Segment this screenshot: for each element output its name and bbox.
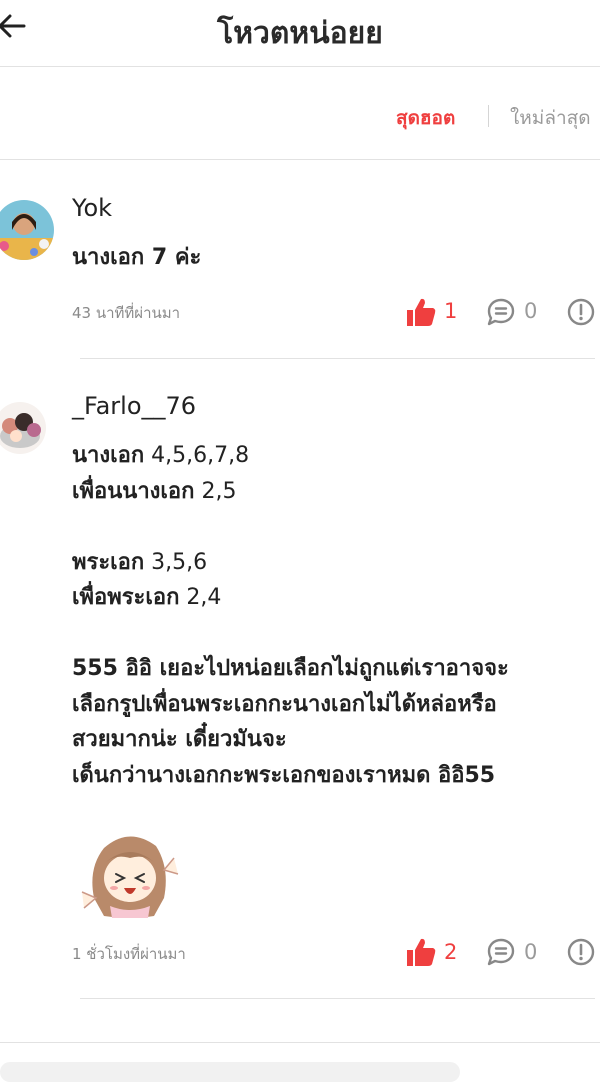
report-icon[interactable] [566,937,596,967]
comment-line: เด็นกว่านางเอกกะพระเอกของเราหมด อิอิ55 [72,762,496,788]
reply-bubble-icon[interactable] [486,297,516,327]
comment-line: 555 อิอิ เยอะไปหน่อยเลือกไม่ถูกแต่เราอาจ… [72,656,509,681]
page-title: โหวตหน่อยย [217,16,383,51]
comment-divider [80,358,595,359]
comment-line [72,616,597,652]
sort-bar: สุดฮอต ใหม่ล่าสุด [0,67,600,160]
comment-line: เลือกรูปเพื่อนพระเอกกะนางเอกไม่ได้หล่อหร… [72,691,497,717]
reply-count: 0 [524,940,538,964]
comment-line: เพื่อพระเอก 2,4 [72,585,222,610]
like-count: 2 [444,940,458,964]
thumbs-up-icon[interactable] [404,936,438,968]
comment-line: สวยมากน่ะ เดี๋ยวมันจะ [72,727,287,752]
report-icon[interactable] [566,297,596,327]
comment-line: พระเอก 3,5,6 [72,549,208,575]
comment-time: 1 ชั่วโมงที่ผ่านมา [72,945,186,963]
comment-username[interactable]: Yok [72,194,112,222]
sort-hot-tab[interactable]: สุดฮอต [396,103,455,133]
reply-bubble-icon[interactable] [486,937,516,967]
like-count: 1 [444,299,458,323]
thumbs-up-icon[interactable] [404,296,438,328]
comment-line [72,509,597,545]
section-divider [0,1042,600,1043]
comment-username[interactable]: _Farlo__76 [72,392,196,420]
comment-text: นางเอก 7 ค่ะ [72,245,202,270]
comment-text: นางเอก 4,5,6,7,8 เพื่อนนางเอก 2,5 พระเอก 3… [72,438,597,793]
header-bar: โหวตหน่อยย [0,0,600,67]
comment-time: 43 นาทีที่ผ่านมา [72,304,181,322]
comment-line: เพื่อนนางเอก 2,5 [72,478,237,504]
comment-line: นางเอก 4,5,6,7,8 [72,443,250,468]
sort-separator [488,105,489,127]
avatar[interactable] [0,200,54,260]
avatar[interactable] [0,402,46,454]
sticker-image[interactable] [74,828,184,920]
reply-count: 0 [524,299,538,323]
sort-new-tab[interactable]: ใหม่ล่าสุด [510,103,591,133]
comment-input-bar[interactable] [0,1062,460,1082]
comment-divider [80,998,595,999]
